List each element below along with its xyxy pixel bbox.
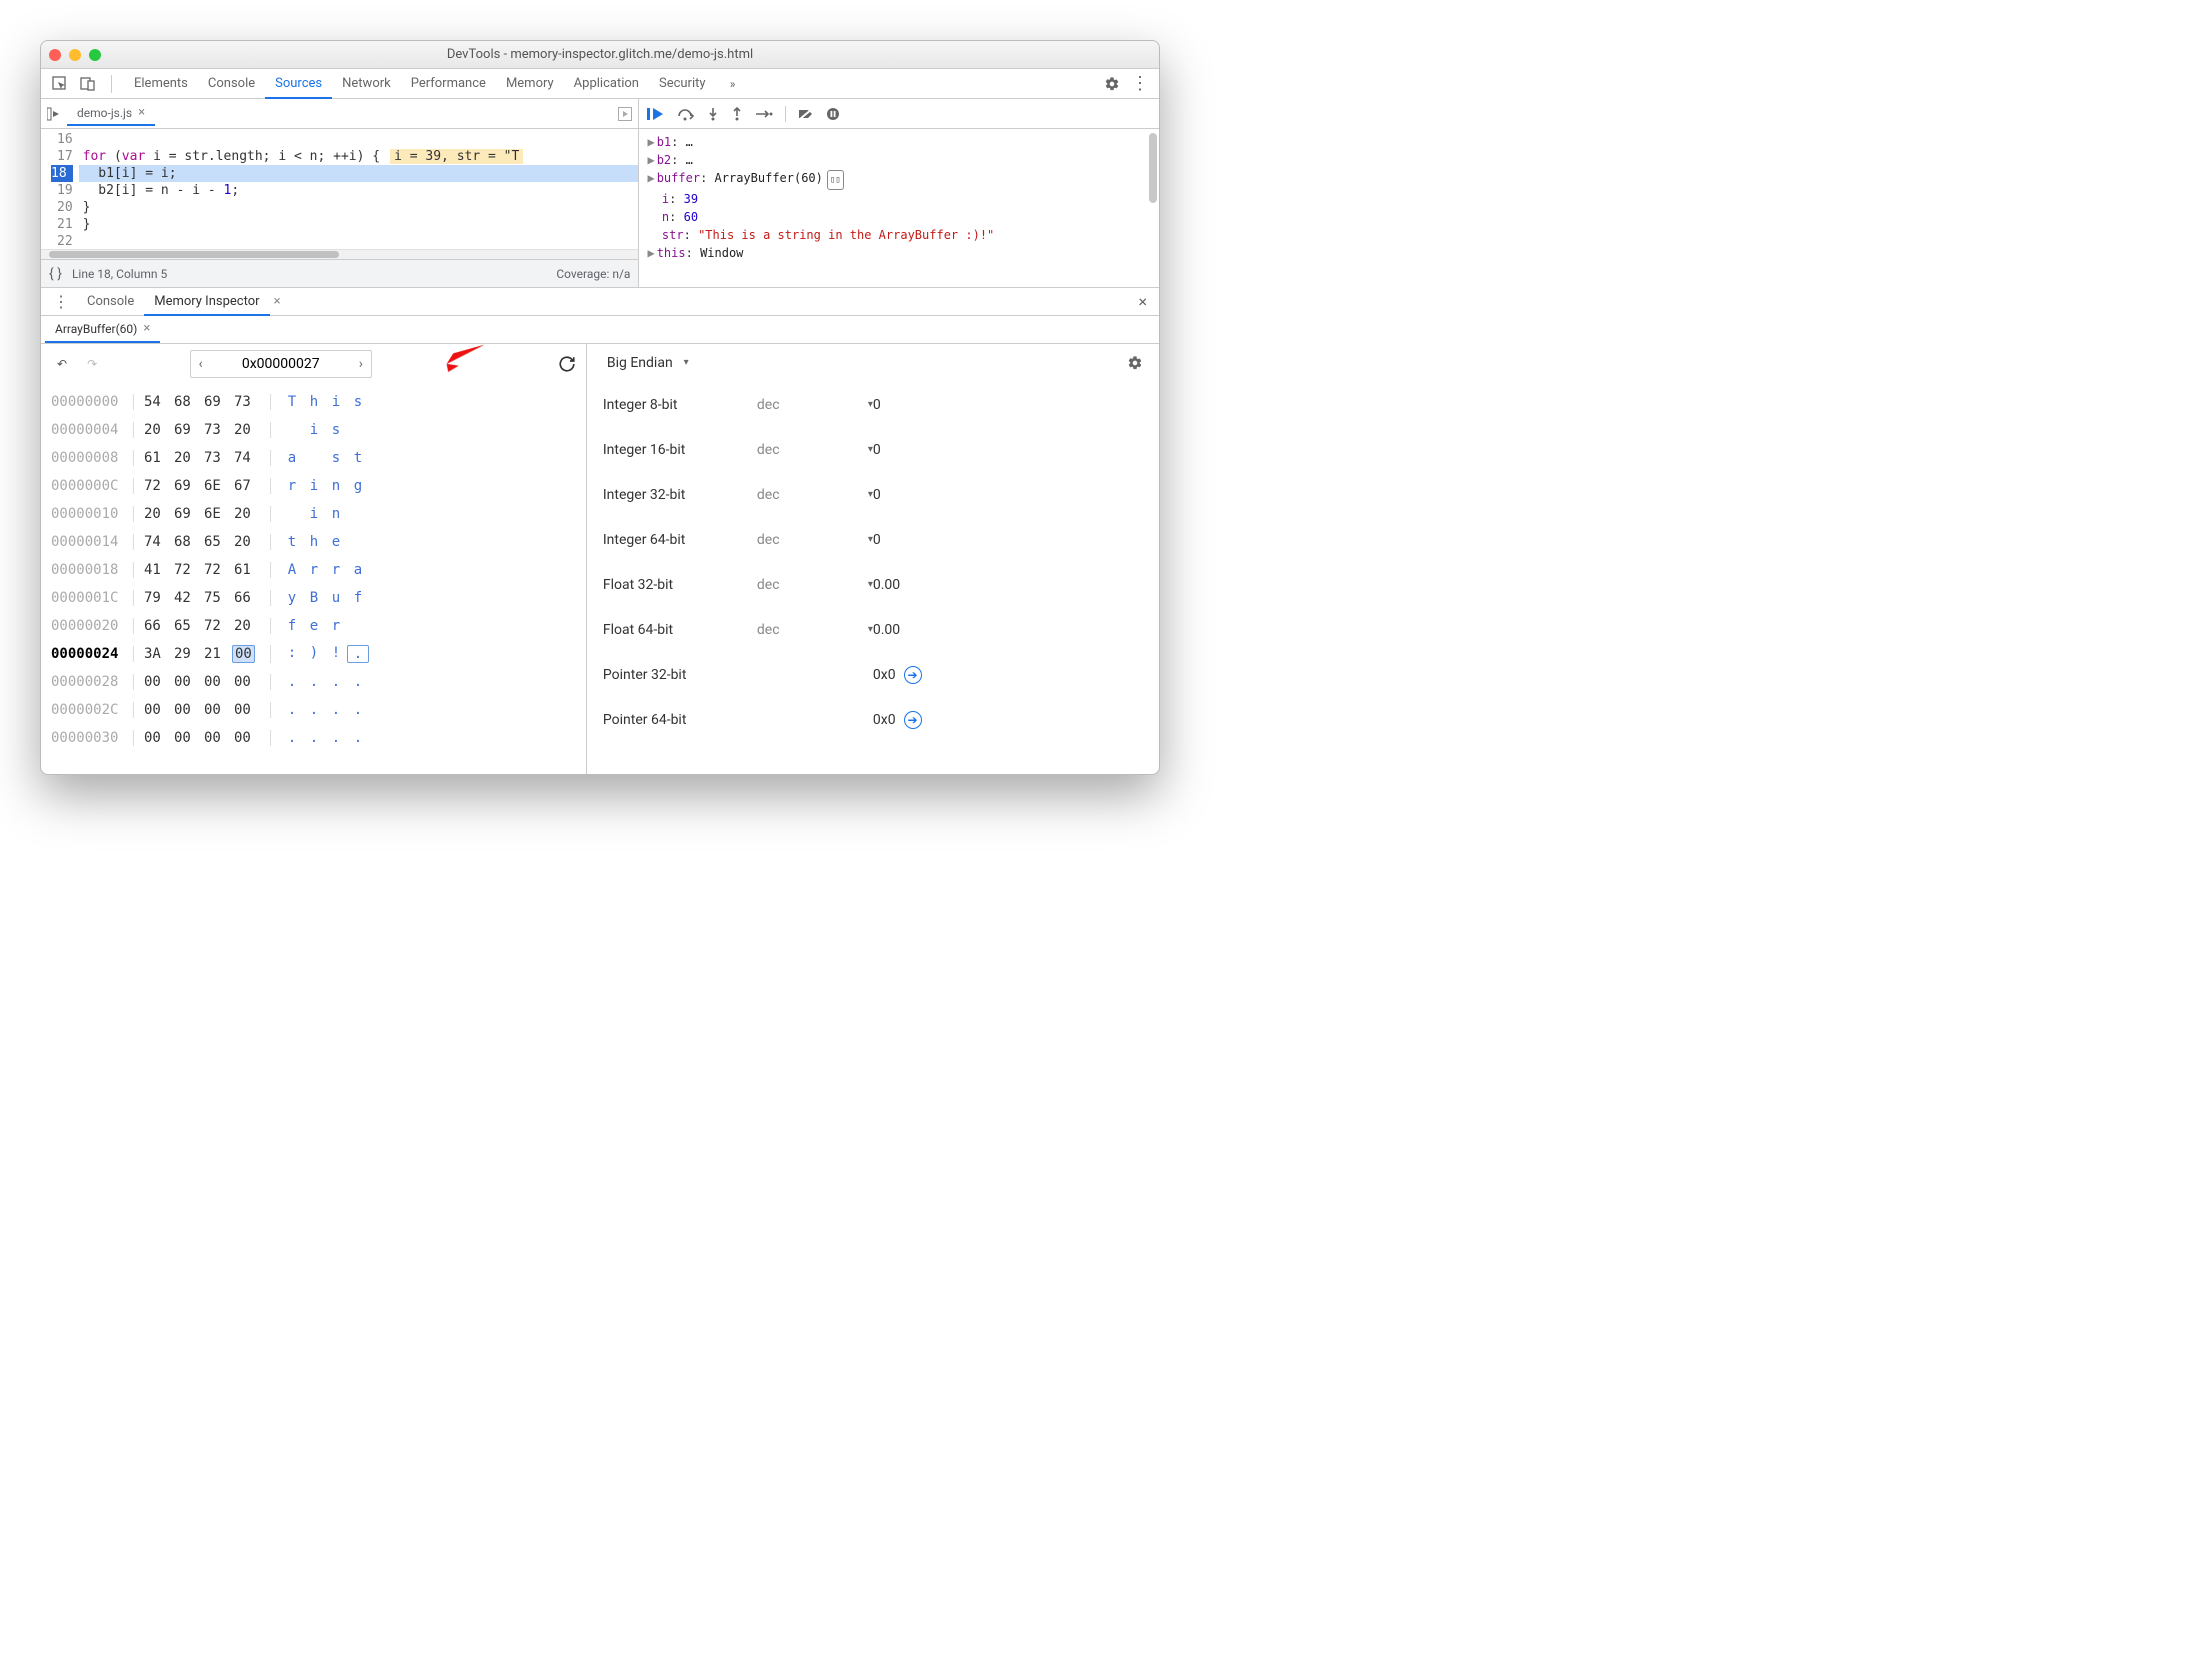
format-select[interactable]: dec (753, 483, 873, 507)
devtools-window: DevTools - memory-inspector.glitch.me/de… (40, 40, 1160, 775)
hex-viewer[interactable]: 0000000054686973This0000000420697320 is … (41, 384, 586, 762)
navigator-toggle-icon[interactable] (47, 107, 63, 121)
more-tabs-icon[interactable]: » (722, 73, 744, 95)
format-select[interactable]: dec (753, 393, 873, 417)
scope-row[interactable]: n: 60 (647, 208, 1151, 226)
interp-pointer-64-bit: Pointer 64-bit0x0➔ (603, 697, 1143, 742)
undo-icon[interactable]: ↶ (51, 355, 73, 373)
inspect-icon[interactable] (49, 73, 71, 95)
titlebar: DevTools - memory-inspector.glitch.me/de… (41, 41, 1159, 69)
editor-statusbar: { } Line 18, Column 5 Coverage: n/a (41, 259, 638, 287)
settings-icon[interactable] (1101, 73, 1123, 95)
buffer-tabs: ArrayBuffer(60) × (41, 316, 1159, 344)
debugger-toolbar (639, 99, 1159, 129)
step-into-icon[interactable] (707, 107, 719, 121)
scope-row[interactable]: str: "This is a string in the ArrayBuffe… (647, 226, 1151, 244)
interp-integer-64-bit: Integer 64-bitdec0 (603, 517, 1143, 562)
interp-settings-icon[interactable] (1127, 355, 1143, 371)
step-icon[interactable] (755, 108, 773, 120)
scope-row[interactable]: ▶this: Window (647, 244, 1151, 262)
tab-memory[interactable]: Memory (496, 70, 564, 97)
close-drawer-icon[interactable]: × (1130, 292, 1155, 311)
device-toolbar-icon[interactable] (77, 73, 99, 95)
scope-row[interactable]: ▶b2: … (647, 151, 1151, 169)
scope-pane[interactable]: ▶b1: …▶b2: …▶buffer: ArrayBuffer(60)▯▯ i… (639, 129, 1159, 277)
step-over-icon[interactable] (677, 107, 695, 121)
drawer-tab-console[interactable]: Console (77, 289, 144, 314)
tab-application[interactable]: Application (564, 70, 649, 97)
close-tab-icon[interactable]: × (138, 105, 145, 120)
refresh-icon[interactable] (558, 355, 576, 373)
interp-float-32-bit: Float 32-bitdec0.00 (603, 562, 1143, 607)
main-tabbar: ElementsConsoleSourcesNetworkPerformance… (41, 69, 1159, 99)
format-select[interactable]: dec (753, 573, 873, 597)
vertical-scrollbar[interactable] (1149, 133, 1157, 203)
tab-performance[interactable]: Performance (401, 70, 496, 97)
tab-network[interactable]: Network (332, 70, 401, 97)
interp-pointer-32-bit: Pointer 32-bit0x0➔ (603, 652, 1143, 697)
close-drawer-tab-icon[interactable]: × (274, 294, 281, 309)
drawer-menu-icon[interactable]: ⋮ (45, 292, 77, 311)
cursor-position: Line 18, Column 5 (72, 267, 167, 281)
step-out-icon[interactable] (731, 107, 743, 121)
tab-console[interactable]: Console (198, 70, 265, 97)
prev-page-icon[interactable]: ‹ (191, 356, 211, 372)
source-file-tabs: demo-js.js × (41, 99, 638, 129)
value-interpreter: Integer 8-bitdec0Integer 16-bitdec0Integ… (587, 382, 1159, 742)
tab-security[interactable]: Security (649, 70, 716, 97)
scope-row[interactable]: i: 39 (647, 190, 1151, 208)
memory-inspector: ↶ ↷ ‹ › 0000000054686973This000000042069… (41, 344, 1159, 774)
drawer-tab-memory-inspector[interactable]: Memory Inspector (144, 289, 269, 316)
resume-icon[interactable] (647, 107, 665, 121)
format-select[interactable]: dec (753, 438, 873, 462)
pretty-print-icon[interactable]: { } (49, 266, 62, 282)
tab-elements[interactable]: Elements (124, 70, 198, 97)
interp-float-64-bit: Float 64-bitdec0.00 (603, 607, 1143, 652)
drawer-tabbar: ⋮ ConsoleMemory Inspector × × (41, 288, 1159, 316)
run-snippet-icon[interactable] (618, 107, 632, 121)
tab-sources[interactable]: Sources (265, 70, 332, 99)
pause-on-exceptions-icon[interactable] (826, 107, 840, 121)
interp-integer-8-bit: Integer 8-bitdec0 (603, 382, 1143, 427)
scope-row[interactable]: ▶buffer: ArrayBuffer(60)▯▯ (647, 169, 1151, 190)
file-tab-label: demo-js.js (77, 106, 132, 120)
format-select[interactable]: dec (753, 618, 873, 642)
next-page-icon[interactable]: › (351, 356, 371, 372)
interp-integer-32-bit: Integer 32-bitdec0 (603, 472, 1143, 517)
jump-to-address-icon[interactable]: ➔ (904, 666, 922, 684)
redo-icon[interactable]: ↷ (81, 355, 103, 373)
code-editor[interactable]: 16171819202122 for (var i = str.length; … (41, 129, 638, 249)
endian-row: Big Endian (587, 344, 1159, 382)
close-buffer-tab-icon[interactable]: × (143, 321, 150, 336)
deactivate-breakpoints-icon[interactable] (798, 107, 814, 121)
jump-to-address-icon[interactable]: ➔ (904, 711, 922, 729)
interp-integer-16-bit: Integer 16-bitdec0 (603, 427, 1143, 472)
sources-split: demo-js.js × 16171819202122 for (var i =… (41, 99, 1159, 288)
buffer-tab[interactable]: ArrayBuffer(60) × (45, 316, 160, 343)
horizontal-scrollbar[interactable] (41, 249, 638, 259)
address-nav: ‹ › (190, 350, 372, 378)
file-tab[interactable]: demo-js.js × (67, 101, 155, 126)
kebab-menu-icon[interactable]: ⋮ (1129, 73, 1151, 95)
buffer-tab-label: ArrayBuffer(60) (55, 322, 137, 336)
window-title: DevTools - memory-inspector.glitch.me/de… (41, 47, 1159, 62)
coverage-status: Coverage: n/a (556, 267, 630, 281)
format-select[interactable]: dec (753, 528, 873, 552)
address-input[interactable] (211, 351, 351, 377)
scope-row[interactable]: ▶b1: … (647, 133, 1151, 151)
memory-nav: ↶ ↷ ‹ › (41, 344, 586, 384)
endian-select[interactable]: Big Endian (603, 351, 689, 375)
